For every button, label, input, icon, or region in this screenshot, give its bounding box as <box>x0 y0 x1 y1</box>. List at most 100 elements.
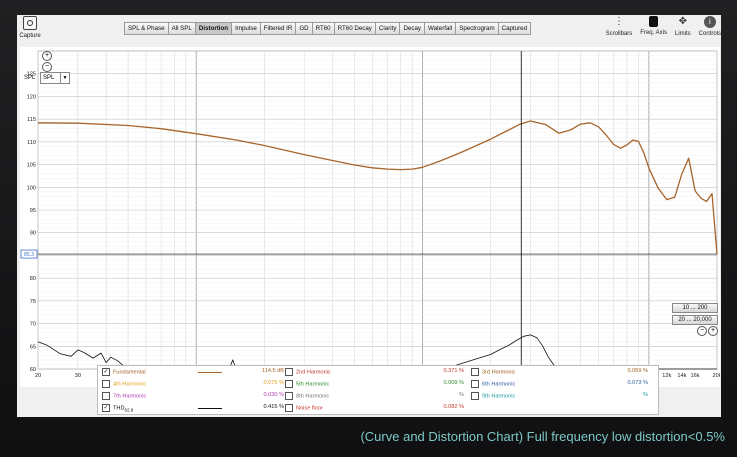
legend-item[interactable]: 4th Harmonic <box>102 380 146 388</box>
capture-button[interactable]: Capture <box>17 16 43 39</box>
legend-label: 6th Harmonic <box>482 381 516 388</box>
x-tick-label: 12k <box>662 373 671 379</box>
y-tick-label: 100 <box>27 185 36 191</box>
graph-panel[interactable]: 6065707580859095100105110115120125203040… <box>20 47 721 387</box>
checkbox-icon[interactable] <box>285 380 293 388</box>
scrollbars-icon: ⋮ <box>613 16 624 27</box>
checkbox-icon[interactable] <box>471 392 479 400</box>
y-tick-label: 120 <box>27 94 36 100</box>
x-tick-label: 20k <box>712 373 720 379</box>
checkbox-icon[interactable] <box>471 368 479 376</box>
tool-label: Scrollbars <box>605 31 633 37</box>
legend-swatch <box>198 372 222 373</box>
legend-row: 4th Harmonic 0.075 % 5th Harmonic 0.009 % 6t… <box>98 378 658 390</box>
zoom-in-x-icon[interactable]: + <box>708 326 718 336</box>
zoom-out-x-icon[interactable]: − <box>697 326 707 336</box>
tab-captured[interactable]: Captured <box>497 22 532 35</box>
distortion-chart[interactable]: 6065707580859095100105110115120125203040… <box>20 47 721 387</box>
tab-spl-phase[interactable]: SPL & Phase <box>124 22 168 35</box>
tab-gd[interactable]: GD <box>295 22 312 35</box>
y-axis-label: SPL <box>24 75 36 81</box>
checkbox-icon[interactable] <box>471 380 479 388</box>
tab-clarity[interactable]: Clarity <box>374 22 400 35</box>
top-toolbar: Capture SPL & Phase All SPL Distortion Impu… <box>17 15 721 47</box>
legend-table: ✓ Fundamental 114.5 dB 2nd Harmonic 0.371 % 3… <box>97 365 659 415</box>
legend-item[interactable]: 2nd Harmonic <box>285 368 331 376</box>
tool-controls[interactable]: i Controls <box>699 16 721 37</box>
tool-label: Limits <box>674 31 691 37</box>
zoom-out-y-icon[interactable]: − <box>42 62 52 72</box>
legend-value: 0.082 % <box>443 404 464 410</box>
legend-label: 2nd Harmonic <box>296 369 331 376</box>
y-tick-label: 80 <box>30 276 36 282</box>
zoom-in-y-icon[interactable]: + <box>42 51 52 61</box>
spl-select-value: SPL <box>43 75 55 81</box>
legend-item[interactable]: 6th Harmonic <box>471 380 515 388</box>
tool-label: Freq. Axis <box>640 30 667 36</box>
legend-item[interactable]: 3rd Harmonic <box>471 368 516 376</box>
tab-all-spl[interactable]: All SPL <box>167 22 195 35</box>
tool-limits[interactable]: ✥ Limits <box>675 16 691 37</box>
legend-row: ✓ Fundamental 114.5 dB 2nd Harmonic 0.371 % 3… <box>98 366 658 378</box>
tab-distortion[interactable]: Distortion <box>194 22 232 35</box>
legend-item[interactable]: 8th Harmonic <box>285 392 329 400</box>
legend-label: 8th Harmonic <box>296 393 330 400</box>
x-tick-label: 14k <box>677 373 686 379</box>
legend-item[interactable]: Noise floor <box>285 404 323 412</box>
caption: (Curve and Distortion Chart) Full freque… <box>360 429 725 444</box>
y-tick-label: 90 <box>30 231 36 237</box>
limits-icon: ✥ <box>678 16 687 27</box>
tool-label: Controls <box>698 31 721 37</box>
checkbox-icon[interactable] <box>285 404 293 412</box>
legend-value: 0.073 % <box>627 380 648 386</box>
tab-decay[interactable]: Decay <box>399 22 424 35</box>
legend-value: 0.075 % <box>263 380 284 386</box>
legend-item[interactable]: ✓ THD62.9 <box>102 404 133 413</box>
spl-select[interactable]: SPL ▼ <box>40 72 70 84</box>
legend-row: ✓ THD62.9 0.415 % Noise floor 0.082 % <box>98 402 658 414</box>
checkbox-checked-icon[interactable]: ✓ <box>102 368 110 376</box>
legend-swatch <box>198 408 222 409</box>
capture-label: Capture <box>19 33 41 39</box>
legend-item[interactable]: ✓ Fundamental <box>102 368 146 376</box>
tab-rt60-decay[interactable]: RT60 Decay <box>333 22 375 35</box>
range-10-200-button[interactable]: 10 ... 200 <box>672 303 718 313</box>
x-tick-label: 20 <box>35 373 41 379</box>
legend-item[interactable]: 7th Harmonic <box>102 392 146 400</box>
legend-item[interactable]: 5th Harmonic <box>285 380 329 388</box>
legend-value: 0.030 % <box>263 392 284 398</box>
y-tick-label: 115 <box>27 117 36 123</box>
tool-scrollbars[interactable]: ⋮ Scrollbars <box>606 16 633 37</box>
legend-label: THD <box>113 405 125 412</box>
legend-row: 7th Harmonic 0.030 % 8th Harmonic% 9th Harm… <box>98 390 658 402</box>
checkbox-icon[interactable] <box>285 392 293 400</box>
freq-axis-icon <box>649 16 659 27</box>
x-tick-label: 30 <box>75 373 81 379</box>
x-tick-label: 16k <box>691 373 700 379</box>
legend-value: % <box>459 392 464 398</box>
tab-impulse[interactable]: Impulse <box>231 22 260 35</box>
checkbox-checked-icon[interactable]: ✓ <box>102 404 110 412</box>
y-tick-label: 110 <box>27 140 36 146</box>
checkbox-icon[interactable] <box>102 392 110 400</box>
legend-item[interactable]: 9th Harmonic <box>471 392 515 400</box>
tool-freq-axis[interactable]: Freq. Axis <box>640 16 667 37</box>
y-tick-label: 65 <box>30 344 36 350</box>
tab-filtered-ir[interactable]: Filtered IR <box>259 22 296 35</box>
legend-label: 3rd Harmonic <box>482 369 516 376</box>
legend-value: 114.5 dB <box>262 368 284 374</box>
legend-label: Fundamental <box>113 369 146 376</box>
cursor-y-readout: 85.3 <box>24 252 34 258</box>
camera-icon <box>23 16 37 30</box>
legend-label: 5th Harmonic <box>296 381 330 388</box>
range-20-20000-button[interactable]: 20 ... 20,000 <box>672 315 718 325</box>
graph-tabs: SPL & Phase All SPL Distortion Impulse Filte… <box>124 22 532 35</box>
legend-sub: 62.9 <box>124 407 134 413</box>
checkbox-icon[interactable] <box>102 380 110 388</box>
tab-waterfall[interactable]: Waterfall <box>424 22 456 35</box>
checkbox-icon[interactable] <box>285 368 293 376</box>
legend-label: 9th Harmonic <box>482 393 516 400</box>
tab-spectrogram[interactable]: Spectrogram <box>455 22 498 35</box>
tab-rt60[interactable]: RT60 <box>311 22 334 35</box>
legend-label: 4th Harmonic <box>113 381 147 388</box>
